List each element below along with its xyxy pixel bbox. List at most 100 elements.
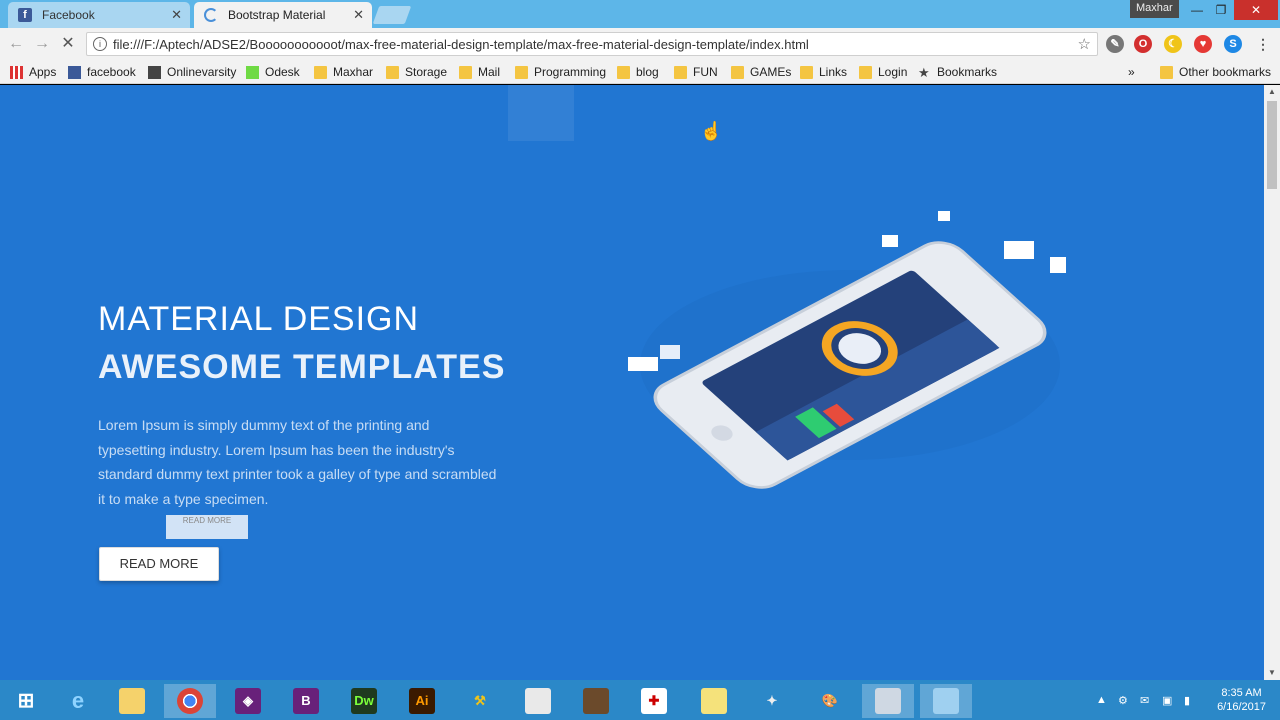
new-tab-button[interactable] — [372, 6, 412, 24]
bookmark-label: FUN — [693, 65, 718, 79]
facebook-icon: f — [18, 8, 32, 22]
network-tool-icon[interactable]: ⚙ — [1118, 694, 1128, 707]
folder-icon — [119, 688, 145, 714]
bookmark-label: Links — [819, 65, 848, 79]
signal-icon[interactable]: ▮ — [1184, 694, 1190, 707]
opera-extension-icon[interactable]: O — [1134, 35, 1152, 53]
taskbar-window[interactable] — [920, 684, 972, 718]
bookmark-onlinevarsity[interactable]: Onlinevarsity — [148, 63, 236, 81]
taskbar-game[interactable] — [570, 684, 622, 718]
tab-facebook[interactable]: f Facebook ✕ — [8, 2, 190, 28]
bookmark-odesk[interactable]: Odesk — [246, 63, 300, 81]
skype-extension-icon[interactable]: S — [1224, 35, 1242, 53]
windows-start-button[interactable]: ⊞ — [0, 684, 52, 718]
hero-description: Lorem Ipsum is simply dummy text of the … — [98, 417, 497, 507]
bookmark-apps[interactable]: Apps — [10, 63, 56, 81]
bookmark-fun[interactable]: FUN — [674, 63, 718, 81]
folder-icon — [386, 65, 399, 79]
info-icon[interactable]: i — [93, 37, 107, 51]
menu-icon[interactable]: ⋮ — [1254, 35, 1272, 53]
pen-extension-icon[interactable]: ✎ — [1106, 35, 1124, 53]
folder-icon — [459, 65, 472, 79]
forward-button[interactable]: → — [32, 34, 52, 54]
bookmark-maxhar[interactable]: Maxhar — [314, 63, 373, 81]
tab-label: Facebook — [42, 8, 95, 22]
device-icon[interactable]: ▣ — [1162, 694, 1172, 707]
url-text: file:///F:/Aptech/ADSE2/Booooooooooot/ma… — [113, 36, 809, 52]
bookmark-label: Maxhar — [333, 65, 374, 79]
back-button[interactable]: ← — [6, 34, 26, 54]
action-center-icon[interactable]: ✉ — [1140, 694, 1149, 707]
star-icon: ★ — [918, 64, 930, 80]
folder-icon — [701, 688, 727, 714]
scrollbar-thumb[interactable] — [1267, 101, 1277, 189]
taskbar-paint[interactable]: ✦ — [746, 684, 798, 718]
bookmark-label: Onlinevarsity — [167, 65, 237, 79]
page-scrollbar[interactable]: ▲ ▼ — [1264, 85, 1280, 680]
pocket-extension-icon[interactable]: ♥ — [1194, 35, 1212, 53]
snipping-icon — [875, 688, 901, 714]
bookmark-links[interactable]: Links — [800, 63, 847, 81]
hand-cursor-icon: ☝ — [700, 121, 723, 141]
show-hidden-icons[interactable]: ▲ — [1096, 694, 1107, 706]
bookmark-storage[interactable]: Storage — [386, 63, 447, 81]
bookmark-programming[interactable]: Programming — [515, 63, 606, 81]
bookmark-bookmarks[interactable]: ★ Bookmarks — [918, 63, 997, 81]
taskbar-tools[interactable]: ⚒ — [454, 684, 506, 718]
internet-explorer-icon: e — [71, 688, 85, 713]
scroll-up-arrow-icon[interactable]: ▲ — [1264, 85, 1280, 99]
taskbar-internet-explorer[interactable]: e — [52, 684, 104, 718]
visual-studio-icon: ◈ — [235, 688, 261, 714]
bookmark-star-icon[interactable]: ☆ — [1078, 35, 1091, 53]
browser-titlebar: f Facebook ✕ Bootstrap Material ✕ Maxhar… — [0, 0, 1280, 28]
odesk-icon — [246, 65, 259, 79]
system-clock[interactable]: 8:35 AM 6/16/2017 — [1217, 686, 1266, 714]
close-tab-icon[interactable]: ✕ — [353, 7, 364, 23]
clock-time: 8:35 AM — [1221, 687, 1262, 699]
folder-icon — [617, 65, 630, 79]
window-icon — [933, 688, 959, 714]
close-tab-icon[interactable]: ✕ — [171, 7, 182, 23]
profile-button[interactable]: Maxhar — [1130, 0, 1179, 18]
minimize-button[interactable]: — — [1184, 0, 1210, 20]
game-icon — [583, 688, 609, 714]
moon-extension-icon[interactable]: ☾ — [1164, 35, 1182, 53]
taskbar-chrome[interactable] — [164, 684, 216, 718]
facebook-icon — [68, 65, 81, 79]
taskbar-notepad[interactable] — [512, 684, 564, 718]
taskbar-visual-studio[interactable]: ◈ — [222, 684, 274, 718]
stop-button[interactable]: ✕ — [58, 34, 78, 54]
bookmark-label: Bookmarks — [937, 65, 998, 79]
windows-taskbar: ⊞ e ◈ B Dw Ai ⚒ ✚ ✦ 🎨 ▲ ⚙ ✉ ▣ ▮ 8:35 AM … — [0, 680, 1280, 720]
restore-button[interactable]: ❐ — [1208, 0, 1234, 20]
taskbar-shield[interactable]: ✚ — [628, 684, 680, 718]
bookmark-games[interactable]: GAMEs — [731, 63, 791, 81]
folder-icon — [1160, 65, 1173, 79]
taskbar-folder[interactable] — [688, 684, 740, 718]
tab-bootstrap-material[interactable]: Bootstrap Material ✕ — [194, 2, 372, 28]
other-bookmarks[interactable]: Other bookmarks — [1160, 63, 1271, 81]
address-bar[interactable]: i file:///F:/Aptech/ADSE2/Booooooooooot/… — [86, 32, 1098, 56]
read-more-button[interactable]: READ MORE — [99, 547, 219, 581]
folder-icon — [800, 65, 813, 79]
bookmark-label: GAMEs — [750, 65, 792, 79]
bookmark-label: Login — [878, 65, 908, 79]
folder-icon — [859, 65, 872, 79]
hero-title-line1: MATERIAL DESIGN — [98, 300, 420, 338]
taskbar-illustrator[interactable]: Ai — [396, 684, 448, 718]
clock-date: 6/16/2017 — [1217, 701, 1266, 713]
bookmark-login[interactable]: Login — [859, 63, 907, 81]
chrome-icon — [177, 688, 203, 714]
bookmark-mail[interactable]: Mail — [459, 63, 500, 81]
taskbar-file-explorer[interactable] — [106, 684, 158, 718]
bookmark-label: Programming — [534, 65, 607, 79]
close-window-button[interactable]: ✕ — [1234, 0, 1278, 20]
bookmark-blog[interactable]: blog — [617, 63, 659, 81]
taskbar-snipping[interactable] — [862, 684, 914, 718]
bookmark-facebook[interactable]: facebook — [68, 63, 136, 81]
taskbar-blend[interactable]: B — [280, 684, 332, 718]
taskbar-dreamweaver[interactable]: Dw — [338, 684, 390, 718]
scroll-down-arrow-icon[interactable]: ▼ — [1264, 666, 1280, 680]
more-bookmarks-button[interactable]: » — [1128, 63, 1135, 81]
taskbar-palette[interactable]: 🎨 — [804, 684, 856, 718]
